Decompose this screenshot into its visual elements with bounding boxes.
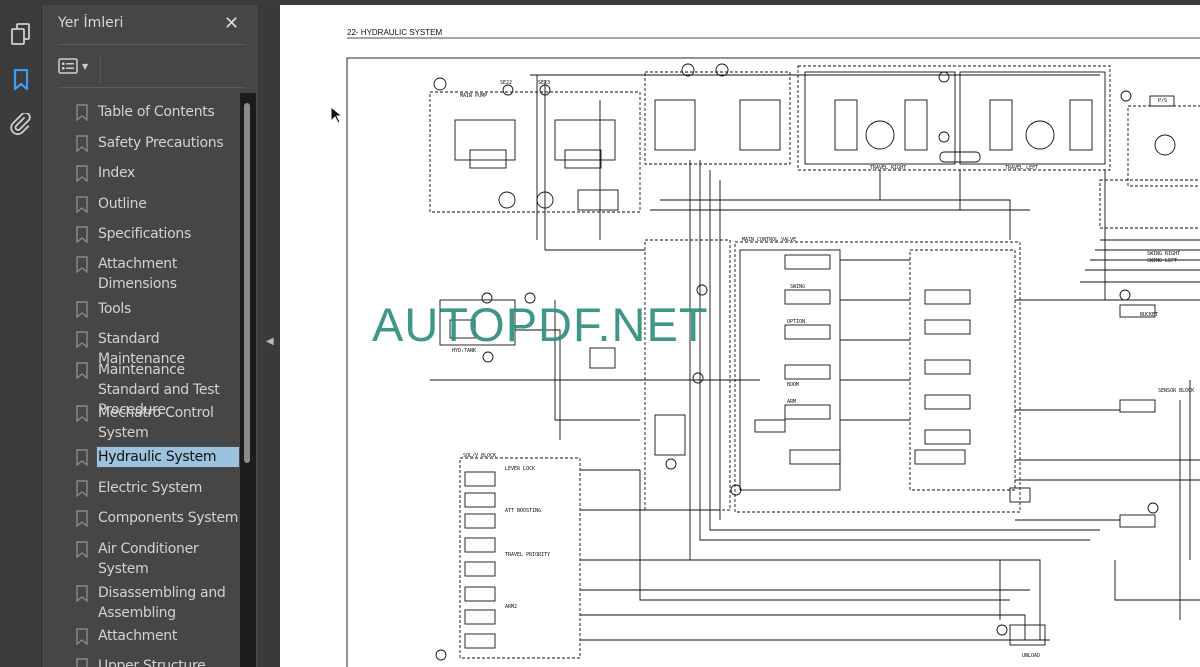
label-travel-priority: TRAVEL PRIORITY — [505, 552, 550, 558]
watermark: AUTOPDF.NET — [372, 298, 709, 351]
label-arm: ARM — [787, 399, 796, 405]
bookmark-icon — [76, 449, 88, 466]
pages-icon[interactable] — [8, 21, 34, 47]
bookmark-label: Table of Contents — [98, 104, 215, 120]
bookmark-label: Attachment — [98, 628, 178, 644]
label-ps: P/S — [1158, 98, 1167, 104]
scrollbar-thumb[interactable] — [244, 103, 250, 463]
label-sensor-block: SENSOR BLOCK — [1158, 388, 1194, 394]
label-unload: UNLOAD — [1022, 653, 1040, 659]
bookmark-label: Upper Structure — [98, 658, 206, 667]
bookmark-icon — [76, 196, 88, 213]
mouse-cursor-icon — [330, 106, 342, 124]
close-icon[interactable]: ✕ — [224, 13, 239, 34]
bookmark-icon — [76, 226, 88, 243]
collapse-panel-icon[interactable]: ◀ — [266, 336, 274, 347]
bookmark-label: Air Conditioner System — [98, 541, 199, 577]
chevron-down-icon: ▼ — [82, 61, 89, 71]
bookmark-icon — [76, 301, 88, 318]
bookmark-icon — [76, 480, 88, 497]
bookmark-label: Electric System — [98, 480, 203, 496]
label-att-boosting: ATT BOOSTING — [505, 508, 541, 514]
bookmark-label: Hydraulic System — [96, 446, 240, 468]
label-boom: BOOM — [787, 382, 799, 388]
label-se23: SE23 — [538, 80, 550, 86]
bookmark-label: Tools — [98, 301, 131, 317]
bookmark-label: Outline — [98, 196, 147, 212]
label-lever-lock: LEVER LOCK — [505, 466, 535, 472]
bookmark-label: Specifications — [98, 226, 191, 242]
bookmark-label: Components System — [98, 510, 239, 526]
bookmark-icon[interactable] — [8, 67, 34, 93]
bookmark-icon — [76, 256, 88, 273]
page-header: 22- HYDRAULIC SYSTEM — [347, 28, 442, 37]
panel-gutter: ◀ — [258, 5, 280, 667]
divider — [100, 55, 101, 83]
bookmark-icon — [76, 585, 88, 602]
label-bucket: BUCKET — [1140, 312, 1158, 318]
bookmark-icon — [76, 510, 88, 527]
bookmark-label: Mechatro Control System — [98, 405, 214, 441]
bookmark-label: Disassembling and Assembling — [98, 585, 226, 621]
label-arm2: ARM2 — [505, 604, 517, 610]
bookmarks-panel: Yer İmleri ✕ ▼ Table of Contents Safety P… — [42, 5, 258, 667]
bookmark-icon — [76, 165, 88, 182]
label-main-control-valve: MAIN CONTROL VALVE — [742, 237, 796, 243]
bookmark-label: Safety Precautions — [98, 135, 224, 151]
bookmark-icon — [76, 628, 88, 645]
panel-title: Yer İmleri — [58, 15, 124, 31]
bookmark-icon — [76, 405, 88, 422]
label-sol-block: SOL/V BLOCK — [463, 453, 496, 459]
document-page: 22- HYDRAULIC SYSTEM MAIN PUMP SE22 SE23… — [280, 5, 1200, 667]
label-swing: SWING — [790, 284, 805, 290]
label-swing-left: SWING LEFT — [1147, 258, 1177, 264]
bookmark-options-button[interactable]: ▼ — [58, 55, 94, 77]
label-swing-right: SWING RIGHT — [1147, 251, 1180, 257]
bookmark-icon — [76, 362, 88, 379]
label-option: OPTION — [787, 319, 805, 325]
sidebar-rail — [0, 5, 42, 667]
bookmark-icon — [76, 541, 88, 558]
bookmark-icon — [76, 658, 88, 667]
label-main-pump: MAIN PUMP — [460, 93, 487, 99]
list-options-icon — [58, 58, 78, 74]
bookmark-label: Index — [98, 165, 136, 181]
label-travel-right: TRAVEL RIGHT — [870, 165, 906, 171]
bookmark-icon — [76, 104, 88, 121]
scrollbar[interactable] — [240, 93, 256, 667]
attachment-icon[interactable] — [8, 111, 34, 137]
bookmark-icon — [76, 135, 88, 152]
bookmark-label: Attachment Dimensions — [98, 256, 178, 292]
divider — [58, 44, 246, 45]
bookmark-icon — [76, 331, 88, 348]
label-se22: SE22 — [500, 80, 512, 86]
label-travel-left: TRAVEL LEFT — [1005, 165, 1038, 171]
divider — [58, 87, 246, 88]
bookmark-list: Table of Contents Safety Precautions Index… — [42, 93, 240, 667]
